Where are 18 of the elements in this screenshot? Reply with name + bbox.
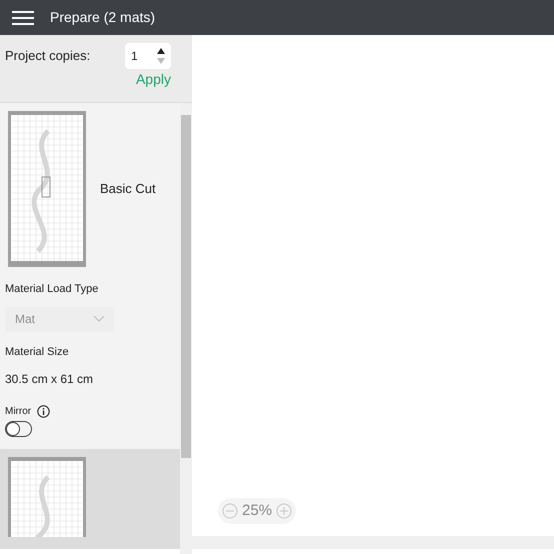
chevron-down-icon [94, 316, 104, 322]
spinner-icon[interactable] [157, 46, 165, 66]
zoom-out-icon[interactable] [222, 502, 238, 519]
zoom-level: 25% [242, 500, 272, 520]
mirror-toggle[interactable] [5, 421, 32, 437]
mat-card[interactable] [0, 449, 180, 549]
mat-name: Basic Cut [100, 180, 156, 198]
load-type-label: Material Load Type [5, 282, 100, 297]
copies-field[interactable]: 1 [125, 43, 171, 69]
size-value: 30.5 cm x 61 cm [5, 371, 94, 388]
copies-label: Project copies: [5, 47, 90, 66]
page-title: Prepare (2 mats) [50, 8, 156, 27]
mirror-label: Mirror [5, 405, 32, 419]
menu-icon[interactable] [12, 10, 34, 24]
zoom-in-icon[interactable] [276, 502, 292, 519]
size-label: Material Size [5, 344, 70, 360]
scrollbar[interactable] [180, 103, 192, 554]
info-icon[interactable] [37, 405, 50, 418]
